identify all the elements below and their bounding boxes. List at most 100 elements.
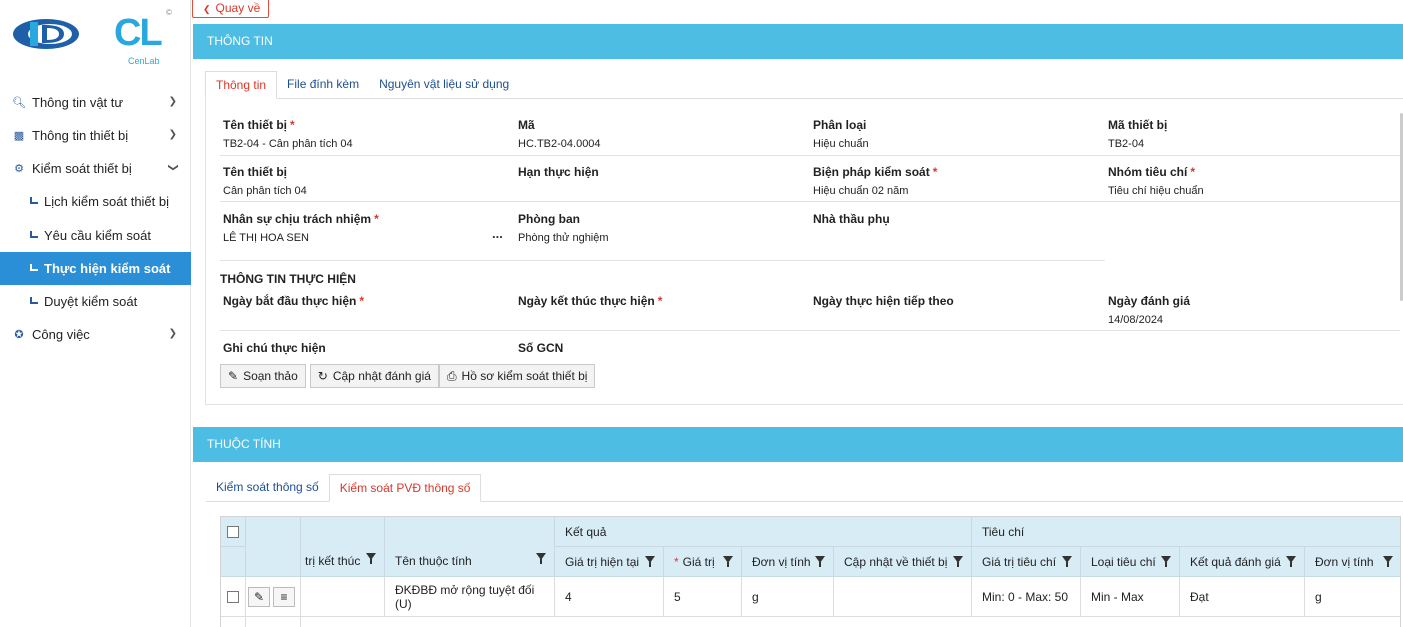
select-all-cell (221, 517, 246, 547)
col-header-don-vi-tinh-2[interactable]: Đơn vị tính (1305, 547, 1400, 577)
tab-nguyen-vat-lieu[interactable]: Nguyên vật liệu sử dụng (369, 71, 519, 98)
info-section-header: THÔNG TIN (193, 24, 1403, 59)
info-panel-border (205, 99, 1403, 405)
group-header-tieu-chi: Tiêu chí (972, 517, 1400, 547)
filter-icon[interactable] (1383, 555, 1393, 567)
cell-don-vi-tinh: g (742, 577, 834, 617)
list-icon: ≡ (280, 589, 288, 604)
cenlab-logo: CL © CenLab (112, 6, 172, 66)
col-header-cap-nhat[interactable]: Cập nhật về thiết bị (834, 547, 972, 577)
sidebar-subitem-label: Thực hiện kiểm soát (44, 261, 171, 276)
tree-branch-icon (30, 264, 38, 271)
info-tabbar: Thông tin File đính kèm Nguyên vật liệu … (205, 71, 1403, 99)
col-header-ten-thuoc-tinh[interactable]: Tên thuộc tính (385, 517, 555, 577)
chevron-right-icon: ❯ (168, 129, 177, 140)
attr-section-header: THUỘC TÍNH (193, 427, 1403, 462)
filter-icon[interactable] (1161, 555, 1171, 567)
sidebar-subitem-label: Yêu cầu kiểm soát (44, 228, 151, 243)
sidebar: CL © CenLab 🔍︎ Thông tin vật tư ❯ ▩ Thôn… (0, 0, 191, 627)
copyright-mark: © (166, 8, 172, 17)
col-header-label: Kết quả đánh giá (1190, 554, 1281, 569)
gears-icon: ⚙ (14, 163, 24, 175)
grid-header: trị kết thúc Tên thuộc tính Kết quả Giá … (221, 517, 1400, 577)
chevron-left-icon: ❮ (203, 4, 211, 14)
cell-tri-ket-thuc (301, 577, 385, 617)
sidebar-subitem-label: Lịch kiểm soát thiết bị (44, 194, 170, 209)
filter-icon[interactable] (815, 555, 825, 567)
tree-branch-icon (30, 297, 38, 304)
filter-icon[interactable] (366, 552, 376, 564)
person-icon: ✪ (14, 329, 24, 341)
chevron-right-icon: ❯ (168, 328, 177, 339)
cell-loai-tieu-chi: Min - Max (1081, 577, 1180, 617)
col-header-label: Đơn vị tính (752, 554, 811, 569)
sidebar-item-label: Thông tin thiết bị (32, 128, 129, 143)
sidebar-subitem-lich-kiem-soat[interactable]: Lịch kiểm soát thiết bị (0, 185, 191, 218)
col-header-gia-tri[interactable]: * Giá trị (664, 547, 742, 577)
col-header-ket-qua-danh-gia[interactable]: Kết quả đánh giá (1180, 547, 1305, 577)
filter-icon[interactable] (723, 555, 733, 567)
filter-icon[interactable] (1062, 555, 1072, 567)
col-header-label: trị kết thúc (305, 553, 361, 568)
company-logo-icon (13, 19, 79, 49)
filter-icon[interactable] (536, 552, 546, 564)
filter-icon[interactable] (645, 555, 655, 567)
back-button-label: Quay về (215, 1, 261, 15)
cell-gia-tri-tieu-chi: Min: 0 - Max: 50 (972, 577, 1081, 617)
header-spacer (221, 547, 246, 577)
main-content: ❮ Quay về THÔNG TIN Thông tin File đính k… (192, 0, 1403, 627)
attributes-grid: trị kết thúc Tên thuộc tính Kết quả Giá … (220, 516, 1401, 627)
cenlab-logo-letters: CL (114, 12, 163, 54)
col-header-tri-ket-thuc[interactable]: trị kết thúc (301, 517, 385, 577)
tab-kiem-soat-thong-so[interactable]: Kiểm soát thông số (206, 474, 329, 501)
table-row[interactable]: ✎ ≡ ĐKĐBĐ mở rộng tuyệt đối (U) 4 5 g Mi… (221, 577, 1400, 617)
cell-gia-tri[interactable]: 5 (664, 577, 742, 617)
logo-area: CL © CenLab (0, 0, 190, 80)
edit-row-button[interactable]: ✎ (248, 586, 270, 607)
select-all-checkbox[interactable] (227, 525, 239, 538)
col-header-label: Cập nhật về thiết bị (844, 554, 948, 569)
cell-ket-qua-danh-gia: Đạt (1180, 577, 1305, 617)
col-header-label: Tên thuộc tính (395, 553, 472, 568)
header-actions (246, 517, 301, 577)
back-button[interactable]: ❮ Quay về (192, 0, 270, 18)
col-header-label: Loại tiêu chí (1091, 554, 1156, 569)
filter-icon[interactable] (953, 555, 963, 567)
sidebar-item-thong-tin-vat-tu[interactable]: 🔍︎ Thông tin vật tư ❯ (0, 86, 191, 119)
col-header-gia-tri-hien-tai[interactable]: Giá trị hiện tại (555, 547, 664, 577)
filter-icon[interactable] (1286, 555, 1296, 567)
sidebar-item-label: Thông tin vật tư (32, 95, 124, 110)
sidebar-subitem-label: Duyệt kiểm soát (44, 294, 138, 309)
col-header-loai-tieu-chi[interactable]: Loại tiêu chí (1081, 547, 1180, 577)
row-checkbox[interactable] (227, 590, 239, 603)
sidebar-subitem-thuc-hien-kiem-soat[interactable]: Thực hiện kiểm soát (0, 252, 191, 285)
col-header-label: Giá trị hiện tại (565, 554, 640, 569)
chevron-down-icon: ❯ (167, 163, 179, 172)
tab-kiem-soat-pvd-thong-so[interactable]: Kiểm soát PVĐ thông số (328, 474, 482, 502)
tab-file-dinh-kem[interactable]: File đính kèm (277, 71, 369, 98)
row-select-cell (221, 577, 246, 617)
tree-branch-icon (30, 231, 38, 238)
row-menu-button[interactable]: ≡ (273, 586, 295, 607)
cenlab-logo-text: CenLab (128, 56, 160, 66)
empty-row-cell (221, 617, 246, 627)
sidebar-subitem-duyet-kiem-soat[interactable]: Duyệt kiểm soát (0, 285, 191, 318)
col-header-label: Đơn vị tính (1315, 554, 1374, 569)
grid-icon: ▩ (13, 130, 25, 142)
empty-row-cell (246, 617, 301, 627)
pencil-icon: ✎ (253, 589, 265, 604)
col-header-gia-tri-tieu-chi[interactable]: Giá trị tiêu chí (972, 547, 1081, 577)
col-header-label: Giá trị tiêu chí (982, 554, 1057, 569)
col-header-label: Giá trị (682, 554, 715, 569)
cell-don-vi-tinh-2: g (1305, 577, 1400, 617)
row-actions: ✎ ≡ (246, 577, 301, 617)
tab-thong-tin[interactable]: Thông tin (205, 71, 278, 99)
sidebar-subitem-yeu-cau-kiem-soat[interactable]: Yêu cầu kiểm soát (0, 219, 191, 252)
search-doc-icon: 🔍︎ (12, 97, 26, 109)
sidebar-item-kiem-soat-thiet-bi[interactable]: ⚙ Kiểm soát thiết bị ❯ (0, 152, 191, 185)
sidebar-item-thong-tin-thiet-bi[interactable]: ▩ Thông tin thiết bị ❯ (0, 119, 191, 152)
cell-gia-tri-hien-tai: 4 (555, 577, 664, 617)
attr-tabbar: Kiểm soát thông số Kiểm soát PVĐ thông s… (206, 474, 1403, 502)
sidebar-item-cong-viec[interactable]: ✪ Công việc ❯ (0, 318, 191, 351)
col-header-don-vi-tinh[interactable]: Đơn vị tính (742, 547, 834, 577)
